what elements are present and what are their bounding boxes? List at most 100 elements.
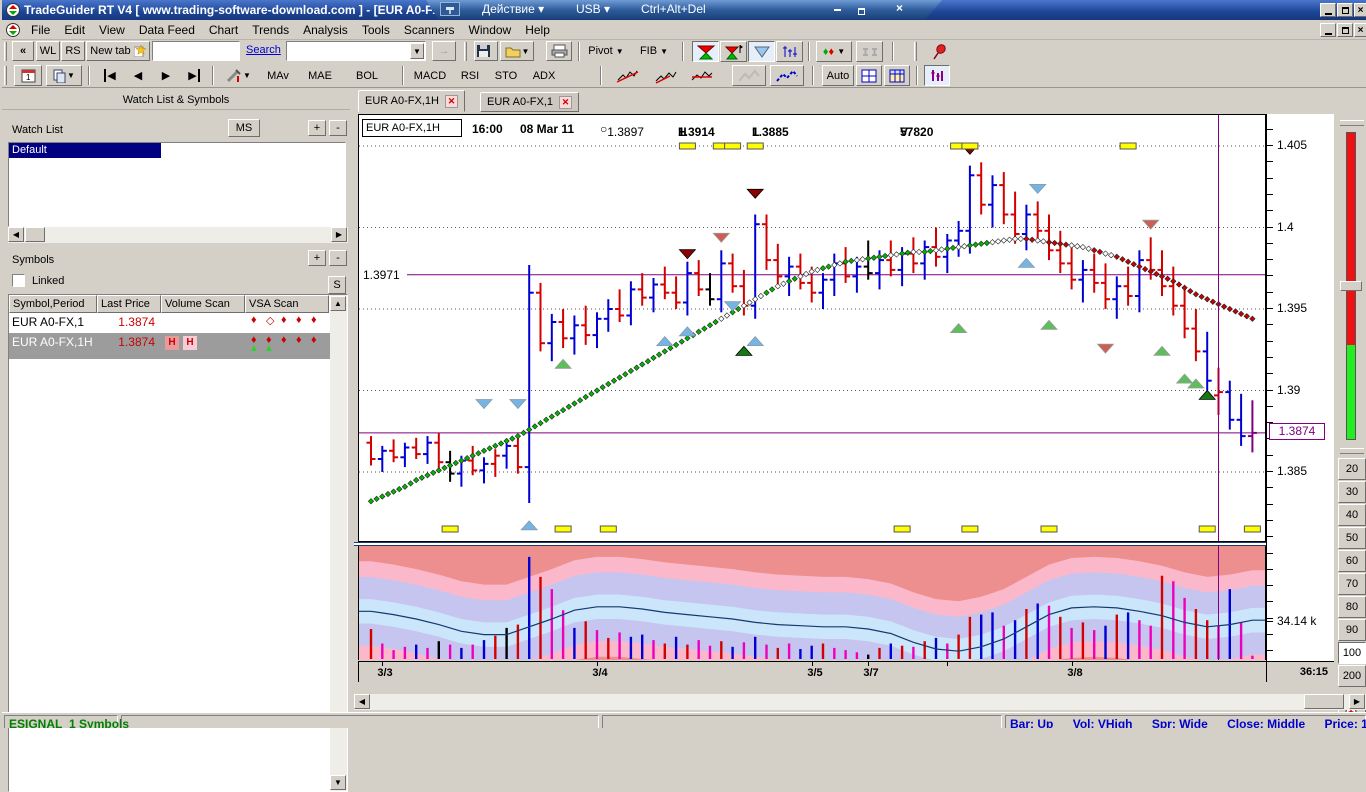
volume-histogram-button[interactable] bbox=[924, 65, 950, 86]
new-tab-button[interactable]: New tab bbox=[86, 41, 150, 61]
menu-item-view[interactable]: View bbox=[92, 20, 132, 37]
watchlist-remove-button[interactable]: - bbox=[329, 120, 347, 136]
restore-button[interactable] bbox=[1337, 3, 1353, 17]
sto-button[interactable]: STO bbox=[490, 65, 522, 86]
scroll-up-icon[interactable]: ▲ bbox=[330, 296, 346, 311]
trend-line-button[interactable] bbox=[612, 65, 644, 86]
scan-disabled-button[interactable] bbox=[732, 65, 766, 86]
vm-action-menu[interactable]: Действие ▾ bbox=[482, 2, 544, 16]
menu-item-help[interactable]: Help bbox=[518, 20, 557, 37]
bars-visible-button-30[interactable]: 30 bbox=[1338, 481, 1366, 503]
symbol-row[interactable]: EUR A0-FX,1H1.3874HH♦♦♦♦♦▲▲ bbox=[9, 333, 331, 359]
macd-button[interactable]: MACD bbox=[408, 65, 452, 86]
bars-visible-button-20[interactable]: 20 bbox=[1338, 458, 1366, 480]
pivot-menu-button[interactable]: Pivot ▼ bbox=[584, 41, 628, 61]
diamond-signals-button[interactable]: ♦♦ ▼ bbox=[816, 41, 852, 62]
tab-close-icon[interactable]: ✕ bbox=[559, 96, 572, 109]
pin-toolbar-button[interactable] bbox=[926, 41, 952, 62]
calendar-button[interactable]: 1 bbox=[14, 65, 42, 86]
toolbar-grip[interactable] bbox=[914, 42, 917, 61]
fib-menu-button[interactable]: FIB ▼ bbox=[634, 41, 674, 61]
combobox-dropdown-icon[interactable]: ▼ bbox=[410, 43, 424, 59]
column-header-2[interactable]: Last Price bbox=[97, 295, 161, 313]
scroll-right-icon[interactable]: ▶ bbox=[1349, 694, 1365, 709]
s-button[interactable]: S bbox=[328, 276, 346, 294]
chart-tab-2[interactable]: EUR A0-FX,1✕ bbox=[480, 92, 579, 112]
menu-item-file[interactable]: File bbox=[24, 20, 57, 37]
menu-item-trends[interactable]: Trends bbox=[245, 20, 296, 37]
chart-symbol-box[interactable]: EUR A0-FX,1H bbox=[362, 119, 462, 137]
toolbar-grip[interactable] bbox=[4, 66, 7, 85]
rs-button[interactable]: RS bbox=[61, 41, 85, 61]
mdi-minimize-button[interactable] bbox=[1320, 23, 1336, 37]
column-header-3[interactable]: Volume Scan bbox=[161, 295, 245, 313]
symbol-combobox[interactable]: ▼ bbox=[286, 41, 426, 61]
watchlist-hscrollbar[interactable]: ◀ ▶ bbox=[8, 227, 348, 243]
adx-button[interactable]: ADX bbox=[526, 65, 562, 86]
trackbar-handle[interactable] bbox=[1340, 281, 1362, 291]
panel-header[interactable]: Watch List & Symbols bbox=[2, 90, 350, 110]
app-menu-icon[interactable] bbox=[6, 23, 20, 37]
bars-visible-button-40[interactable]: 40 bbox=[1338, 504, 1366, 526]
tab-close-icon[interactable]: ✕ bbox=[445, 95, 458, 108]
scroll-down-icon[interactable]: ▼ bbox=[330, 775, 346, 790]
close-button[interactable]: × bbox=[1354, 3, 1366, 17]
vm-usb-menu[interactable]: USB ▾ bbox=[576, 2, 610, 16]
price-axis[interactable]: 1.4051.41.3951.391.3851.387434.14 k bbox=[1266, 114, 1334, 661]
grid-layout-button[interactable] bbox=[856, 65, 882, 86]
watchlist-add-button[interactable]: + bbox=[308, 120, 326, 136]
trend-flat-button[interactable] bbox=[686, 65, 718, 86]
chart-hscrollbar[interactable]: ◀ ▶ bbox=[354, 694, 1366, 710]
menu-item-tools[interactable]: Tools bbox=[355, 20, 397, 37]
volume-chart[interactable] bbox=[358, 546, 1266, 660]
grid-filled-layout-button[interactable] bbox=[884, 65, 910, 86]
vm-ctrl-alt-del-button[interactable]: Ctrl+Alt+Del bbox=[641, 2, 706, 16]
vm-restore-button[interactable] bbox=[858, 4, 865, 18]
copy-button[interactable]: ▼ bbox=[46, 65, 82, 86]
watch-list-box[interactable]: Default bbox=[8, 142, 346, 227]
search-input[interactable] bbox=[152, 41, 240, 61]
sell-signal-flag-button[interactable] bbox=[720, 41, 747, 62]
scroll-left-icon[interactable]: ◀ bbox=[354, 694, 370, 709]
step-last-button[interactable]: ▶ bbox=[182, 65, 206, 86]
signals-disabled-button[interactable] bbox=[856, 41, 883, 62]
search-link[interactable]: Search bbox=[246, 44, 281, 56]
step-back-button[interactable]: ◀ bbox=[126, 65, 150, 86]
trend-channel-button[interactable] bbox=[650, 65, 682, 86]
toolbar-grip[interactable] bbox=[464, 42, 467, 61]
collapse-panel-button[interactable]: « bbox=[12, 41, 34, 61]
menu-item-scanners[interactable]: Scanners bbox=[397, 20, 462, 37]
symbols-add-button[interactable]: + bbox=[308, 250, 326, 266]
bol-button[interactable]: BOL bbox=[346, 65, 388, 86]
vm-close-button[interactable]: × bbox=[896, 1, 903, 15]
go-button[interactable]: → bbox=[432, 41, 456, 61]
bars-visible-button-200[interactable]: 200 bbox=[1338, 665, 1366, 687]
watch-list-item[interactable]: Default bbox=[9, 143, 161, 158]
histogram-button[interactable] bbox=[776, 41, 803, 62]
scan-blue-button[interactable] bbox=[770, 65, 804, 86]
save-button[interactable] bbox=[474, 41, 498, 61]
ms-button[interactable]: MS bbox=[228, 119, 260, 137]
print-button[interactable] bbox=[546, 41, 572, 61]
menu-item-data-feed[interactable]: Data Feed bbox=[132, 20, 202, 37]
mdi-close-button[interactable]: × bbox=[1354, 23, 1366, 37]
bars-visible-button-70[interactable]: 70 bbox=[1338, 573, 1366, 595]
auto-scale-button[interactable]: Auto bbox=[822, 65, 854, 86]
symbol-row[interactable]: EUR A0-FX,11.3874♦◇♦♦♦ bbox=[9, 313, 331, 333]
bars-visible-button-50[interactable]: 50 bbox=[1338, 527, 1366, 549]
no-demand-toggle-button[interactable] bbox=[748, 41, 775, 62]
symbols-remove-button[interactable]: - bbox=[329, 250, 347, 266]
column-header-4[interactable]: VSA Scan bbox=[245, 295, 329, 313]
rsi-button[interactable]: RSI bbox=[454, 65, 486, 86]
open-button[interactable]: ▼ bbox=[500, 41, 534, 61]
minimize-button[interactable] bbox=[1320, 3, 1336, 17]
step-first-button[interactable]: ◀ bbox=[98, 65, 122, 86]
sell-signal-toggle-button[interactable] bbox=[692, 41, 719, 62]
bars-visible-button-80[interactable]: 80 bbox=[1338, 596, 1366, 618]
indicator-settings-button[interactable]: ▼ bbox=[220, 65, 256, 86]
menu-item-window[interactable]: Window bbox=[462, 20, 519, 37]
scroll-right-icon[interactable]: ▶ bbox=[331, 227, 347, 242]
chart-tab-1[interactable]: EUR A0-FX,1H✕ bbox=[358, 90, 465, 112]
bars-visible-button-60[interactable]: 60 bbox=[1338, 550, 1366, 572]
watch-list-button[interactable]: WL bbox=[36, 41, 60, 61]
